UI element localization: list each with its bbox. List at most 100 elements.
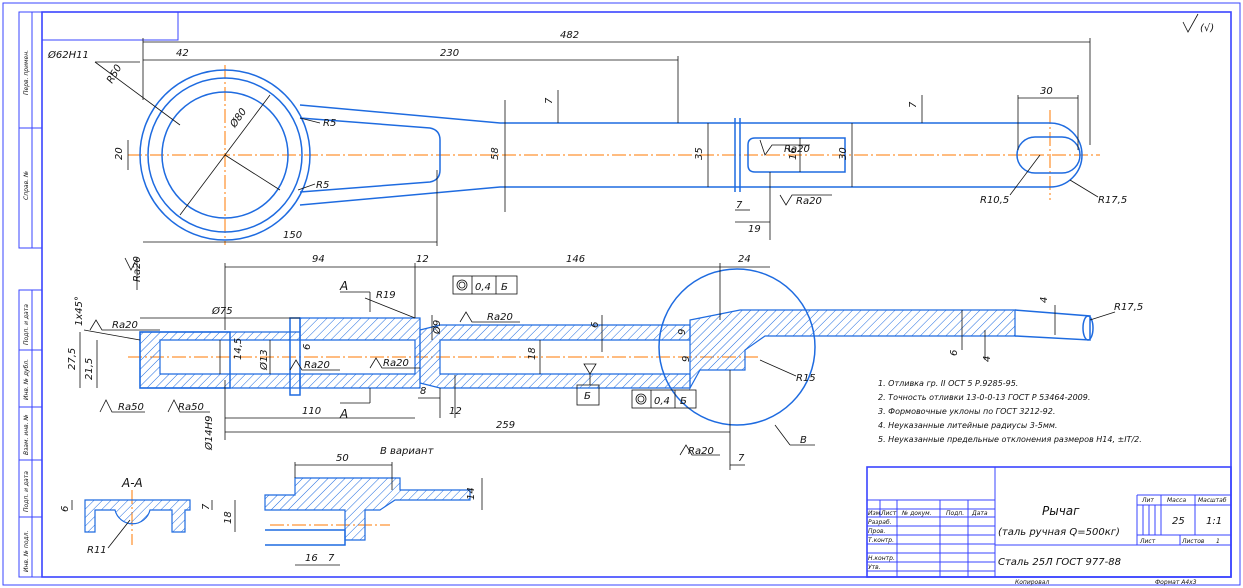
stamp-text-4: Инв. № дубл.: [23, 359, 30, 400]
variant-dim-14: 14: [466, 487, 477, 500]
dim-r19: R19: [376, 290, 396, 301]
top-view: 482 42 230 150 20 58 35 16 30 30 7 7 7 1…: [47, 30, 1127, 246]
svg-text:Утв.: Утв.: [868, 564, 881, 571]
side-stamp: Перв. примен. Справ. № Подп. и дата Инв.…: [18, 11, 43, 578]
ra-front-h: Ra50: [178, 402, 204, 413]
svg-text:1: 1: [1216, 538, 1220, 545]
drawing-sheet: Перв. примен. Справ. № Подп. и дата Инв.…: [2, 2, 1241, 586]
dim-9a: Ø9: [431, 320, 443, 335]
dim-27_5: 27,5: [67, 348, 78, 370]
dim-6b: 6: [590, 322, 601, 328]
dim-14_5: 14,5: [233, 338, 244, 360]
dim-r10_5: R10,5: [980, 195, 1009, 206]
section-view: А-А 6 7 18 R11: [60, 476, 236, 556]
dim-12b: 12: [449, 406, 462, 417]
note-5: 5. Неуказанные предельные отклонения раз…: [878, 435, 1142, 444]
svg-text:Лист: Лист: [1139, 538, 1156, 545]
note-4: 4. Неуказанные литейные радиусы 3-5мм.: [878, 421, 1057, 430]
dim-94: 94: [312, 254, 325, 265]
svg-text:0,4: 0,4: [475, 282, 491, 293]
svg-text:Лист: Лист: [880, 510, 897, 517]
dim-r17_5: R17,5: [1098, 195, 1127, 206]
tolerance-frame-1: 0,4 Б: [452, 275, 518, 295]
dim-14H9: Ø14H9: [203, 416, 215, 451]
svg-text:Масса: Масса: [1167, 497, 1186, 504]
svg-text:Б: Б: [680, 396, 687, 407]
copied-label: Копировал: [1015, 579, 1049, 586]
ra-top-b: Ra20: [796, 196, 822, 207]
dim-chamfer: 1х45°: [74, 296, 85, 326]
dim-75: Ø75: [211, 305, 233, 317]
dim-30h: 30: [1040, 86, 1053, 97]
dim-58: 58: [490, 147, 501, 160]
note-1: 1. Отливка гр. II ОСТ 5 Р.9285-95.: [878, 379, 1018, 388]
dim-r5b: R5: [316, 180, 329, 191]
material: Сталь 25Л ГОСТ 977-88: [998, 557, 1121, 568]
section-dim-r11: R11: [87, 545, 107, 556]
ra-front-e: Ra20: [487, 312, 513, 323]
svg-text:Пров.: Пров.: [868, 528, 886, 535]
dim-7c: 7: [736, 200, 743, 211]
roughness-mark: (√): [1182, 13, 1214, 34]
svg-text:№ докум.: № докум.: [901, 510, 932, 517]
technical-notes: 1. Отливка гр. II ОСТ 5 Р.9285-95. 2. То…: [878, 379, 1142, 444]
dim-8: 8: [420, 386, 426, 397]
dim-259: 259: [496, 420, 515, 431]
dim-35: 35: [694, 147, 705, 160]
format-label: Формат А4х3: [1155, 579, 1197, 586]
title-block: Изм. Лист № докум. Подп. Дата Разраб. Пр…: [866, 466, 1232, 586]
dim-9c: 9: [681, 356, 692, 362]
detail-label: В: [800, 435, 807, 446]
stamp-text-1: Перв. примен.: [23, 50, 30, 95]
ra-front-g: Ra50: [118, 402, 144, 413]
tolerance-frame-2: 0,4 Б: [631, 389, 697, 409]
dim-30v: 30: [838, 147, 849, 160]
section-dim-7: 7: [201, 503, 212, 510]
variant-dim-16: 16: [305, 553, 318, 564]
section-mark-a-bottom: А: [339, 407, 348, 421]
note-2: 2. Точность отливки 13-0-0-13 ГОСТ Р 534…: [878, 393, 1090, 402]
dim-12a: 12: [416, 254, 429, 265]
dim-150: 150: [283, 230, 302, 241]
dim-7: 7: [738, 453, 745, 464]
svg-text:Подп.: Подп.: [946, 510, 964, 517]
dim-20: 20: [114, 147, 125, 160]
dim-42: 42: [176, 48, 189, 59]
svg-text:Масштаб: Масштаб: [1198, 497, 1227, 504]
dim-9b: 9: [677, 329, 688, 335]
variant-title: В вариант: [380, 446, 435, 457]
dim-19: 19: [748, 224, 761, 235]
ra-front-b: Ra20: [112, 320, 138, 331]
mass-value: 25: [1172, 516, 1185, 527]
dim-21_5: 21,5: [84, 358, 95, 380]
section-mark-a-top: А: [339, 279, 348, 293]
section-dim-6: 6: [60, 506, 71, 512]
dim-hole: Ø62H11: [47, 49, 89, 61]
variant-dim-7: 7: [328, 553, 335, 564]
ra-front-f: Ra20: [688, 446, 714, 457]
top-left-stamp: [41, 11, 179, 41]
svg-text:Лит: Лит: [1141, 497, 1154, 504]
svg-text:(√): (√): [1200, 23, 1214, 34]
dim-18: 18: [527, 347, 538, 360]
outer-frame: [2, 2, 1241, 586]
svg-text:Б: Б: [501, 282, 508, 293]
part-subtitle: (таль ручная Q=500кг): [998, 527, 1120, 538]
stamp-text-7: Инв. № подл.: [23, 531, 30, 572]
section-title: А-А: [121, 476, 143, 490]
dim-4: 4: [982, 356, 993, 362]
dim-4b: 4: [1039, 297, 1050, 303]
stamp-text-5: Взам. инв. №: [23, 414, 30, 455]
variant-dim-50: 50: [336, 453, 349, 464]
ra-front-d: Ra20: [383, 358, 409, 369]
stamp-text-3: Подп. и дата: [23, 304, 30, 345]
svg-text:Дата: Дата: [971, 510, 988, 517]
stamp-text-6: Подп. и дата: [23, 471, 30, 512]
svg-text:Т.контр.: Т.контр.: [868, 537, 894, 544]
dim-110: 110: [302, 406, 321, 417]
dim-6a: 6: [302, 344, 313, 350]
dim-r5a: R5: [323, 118, 336, 129]
ra-top-a: Ra20: [784, 144, 810, 155]
part-name: Рычаг: [1042, 504, 1080, 518]
section-dim-18: 18: [223, 511, 234, 524]
